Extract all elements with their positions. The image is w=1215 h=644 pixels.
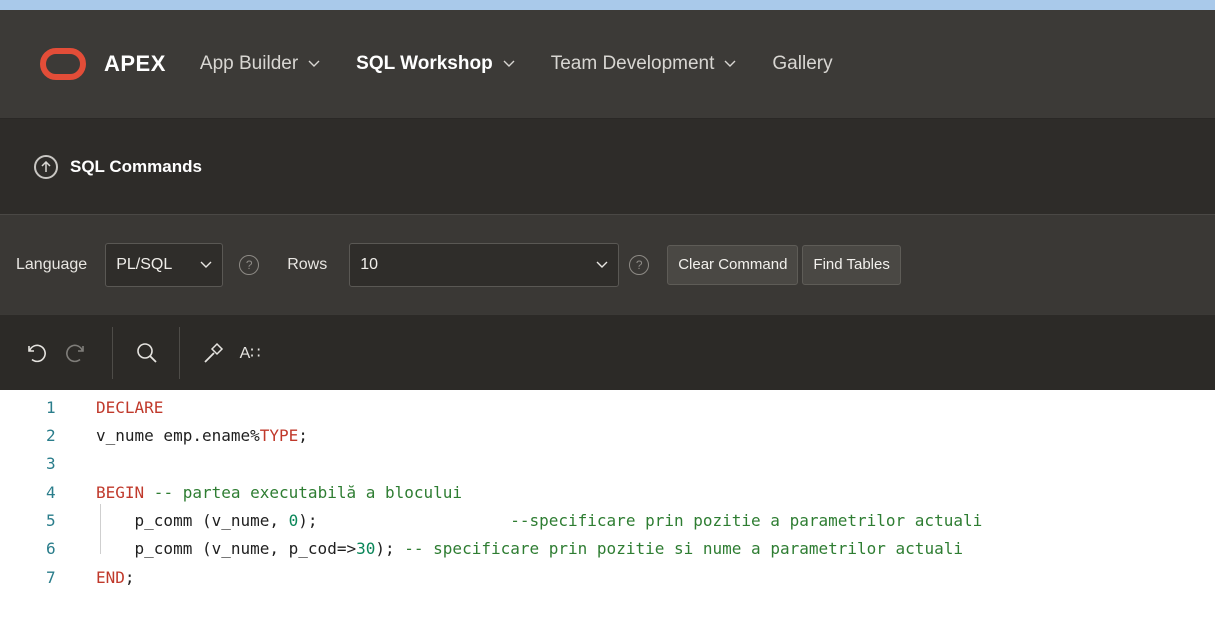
nav-sql-workshop-label: SQL Workshop bbox=[356, 53, 493, 74]
line-number: 6 bbox=[46, 538, 56, 558]
code-text: BEGIN -- partea executabilă a blocului bbox=[96, 483, 462, 502]
code-token: TYPE bbox=[259, 425, 299, 445]
oracle-logo-icon[interactable] bbox=[40, 48, 86, 80]
code-line[interactable]: 5 p_comm (v_nume, 0); --specificare prin… bbox=[0, 508, 1215, 532]
code-text: v_nume emp.ename%TYPE; bbox=[96, 426, 308, 445]
rows-select-value: 10 bbox=[360, 255, 378, 273]
rows-help-icon[interactable]: ? bbox=[629, 254, 650, 275]
editor-toolbar: A∷ bbox=[0, 314, 1215, 390]
line-number: 3 bbox=[46, 453, 56, 473]
code-token: ; bbox=[298, 425, 308, 445]
code-text: p_comm (v_nume, 0); --specificare prin p… bbox=[96, 510, 983, 530]
hammer-icon[interactable] bbox=[196, 341, 230, 365]
line-number: 7 bbox=[46, 567, 56, 587]
command-toolbar: Language PL/SQL ? Rows 10 ? Clear Comman… bbox=[0, 214, 1215, 314]
chevron-down-icon bbox=[724, 60, 736, 67]
page-title-bar: SQL Commands bbox=[0, 118, 1215, 214]
code-line[interactable]: 6 p_comm (v_nume, p_cod=>30); -- specifi… bbox=[0, 536, 1215, 560]
line-number: 5 bbox=[46, 510, 56, 530]
toolbar-divider bbox=[179, 326, 180, 379]
nav-app-builder[interactable]: App Builder bbox=[200, 53, 320, 75]
code-token: -- partea executabilă a blocului bbox=[144, 482, 463, 502]
rows-select[interactable]: 10 bbox=[349, 242, 620, 287]
top-nav-bar: APEX App Builder SQL Workshop Team Devel… bbox=[0, 10, 1215, 118]
search-icon[interactable] bbox=[127, 342, 167, 364]
code-token: p_comm (v_nume, bbox=[96, 510, 289, 530]
page-title: SQL Commands bbox=[70, 156, 202, 176]
format-text-icon[interactable]: A∷ bbox=[230, 343, 270, 363]
nav-app-builder-label: App Builder bbox=[199, 53, 299, 74]
undo-icon[interactable] bbox=[18, 341, 54, 365]
nav-gallery-label: Gallery bbox=[772, 53, 833, 74]
code-token: END bbox=[96, 567, 125, 587]
code-line[interactable]: 7 END; bbox=[0, 565, 1215, 589]
code-token: BEGIN bbox=[96, 482, 145, 502]
up-arrow-icon[interactable] bbox=[34, 154, 58, 179]
code-text: END; bbox=[96, 568, 135, 587]
find-tables-button[interactable]: Find Tables bbox=[802, 244, 901, 285]
nav-sql-workshop[interactable]: SQL Workshop bbox=[356, 53, 515, 75]
code-token: ; bbox=[124, 567, 135, 587]
language-select[interactable]: PL/SQL bbox=[105, 242, 224, 287]
code-line[interactable]: 2 v_nume emp.ename%TYPE; bbox=[0, 423, 1215, 447]
code-text: p_comm (v_nume, p_cod=>30); -- specifica… bbox=[96, 539, 963, 558]
language-select-value: PL/SQL bbox=[116, 255, 173, 273]
chevron-down-icon bbox=[596, 261, 608, 268]
redo-icon[interactable] bbox=[54, 341, 98, 365]
browser-top-strip bbox=[0, 0, 1215, 10]
code-token: ); bbox=[298, 510, 511, 530]
chevron-down-icon bbox=[308, 60, 320, 67]
code-token: p_comm (v_nume, p_cod=> bbox=[96, 538, 357, 558]
code-token: -- specificare prin pozitie si nume a pa… bbox=[404, 538, 963, 558]
line-number: 2 bbox=[46, 425, 56, 445]
code-token: ); bbox=[375, 538, 405, 558]
chevron-down-icon bbox=[503, 60, 515, 67]
code-token: DECLARE bbox=[96, 397, 164, 417]
language-label: Language bbox=[16, 255, 88, 273]
code-token: --specificare prin pozitie a parametrilo… bbox=[510, 510, 983, 530]
code-text: DECLARE bbox=[96, 398, 163, 417]
rows-label: Rows bbox=[287, 255, 328, 273]
code-line[interactable]: 1 DECLARE bbox=[0, 395, 1215, 419]
code-editor[interactable]: 1 DECLARE 2 v_nume emp.ename%TYPE; 3 4 BEGIN -… bbox=[0, 390, 1215, 644]
code-token: 0 bbox=[288, 510, 299, 530]
chevron-down-icon bbox=[200, 261, 212, 268]
code-token: v_nume emp.ename% bbox=[96, 425, 260, 445]
brand-label[interactable]: APEX bbox=[104, 51, 166, 77]
language-help-icon[interactable]: ? bbox=[239, 254, 260, 275]
code-line[interactable]: 3 bbox=[0, 451, 1215, 475]
nav-team-development-label: Team Development bbox=[550, 53, 715, 74]
format-text-label: A∷ bbox=[239, 344, 261, 362]
line-number: 4 bbox=[46, 482, 56, 502]
toolbar-divider bbox=[112, 326, 113, 379]
code-line[interactable]: 4 BEGIN -- partea executabilă a blocului bbox=[0, 480, 1215, 504]
nav-gallery[interactable]: Gallery bbox=[772, 53, 832, 75]
nav-team-development[interactable]: Team Development bbox=[551, 53, 737, 75]
clear-command-button[interactable]: Clear Command bbox=[667, 244, 799, 285]
line-number: 1 bbox=[46, 397, 56, 417]
code-token: 30 bbox=[356, 538, 376, 558]
